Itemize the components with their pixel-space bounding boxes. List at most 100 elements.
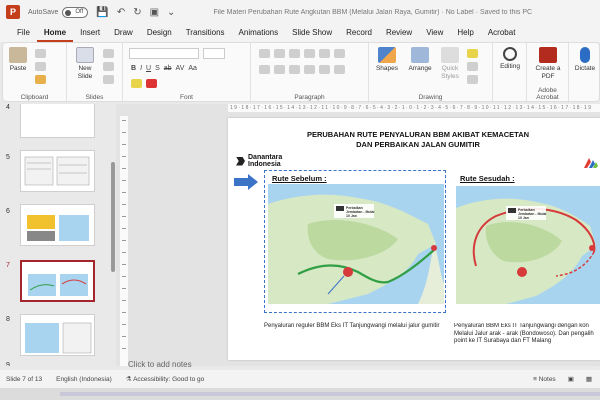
horizontal-ruler: 19·18·17·16·15·14·13·12·11·10·9·8·7·6·5·…	[228, 104, 600, 112]
undo-icon[interactable]: ↶	[117, 7, 125, 18]
copy-icon[interactable]	[35, 62, 46, 71]
quick-styles-icon	[441, 47, 459, 63]
section-icon[interactable]	[103, 75, 114, 84]
document-title: File Materi Perubahan Rute Angkutan BBM …	[213, 8, 533, 16]
normal-view-icon[interactable]: ▣	[568, 375, 574, 383]
new-slide-button[interactable]: New Slide	[73, 47, 97, 81]
slide-thumbnail-5[interactable]	[20, 150, 95, 192]
tab-insert[interactable]: Insert	[73, 24, 107, 42]
justify-icon[interactable]	[304, 65, 315, 74]
layout-icon[interactable]	[103, 49, 114, 58]
adobe-acrobat-group-label: Adobe Acrobat	[536, 87, 559, 101]
drawing-group-label: Drawing	[418, 94, 443, 101]
tab-view[interactable]: View	[419, 24, 450, 42]
slide-sorter-icon[interactable]: ▦	[586, 375, 592, 383]
tab-home[interactable]: Home	[36, 24, 74, 42]
dictate-button[interactable]: Dictate	[571, 47, 599, 73]
reset-icon[interactable]	[103, 62, 114, 71]
scrollbar-thumb[interactable]	[111, 162, 115, 272]
vertical-ruler	[120, 116, 128, 366]
create-pdf-button[interactable]: Create a PDF	[531, 47, 565, 81]
slide-title[interactable]: PERUBAHAN RUTE PENYALURAN BBM AKIBAT KEM…	[268, 130, 568, 150]
clipboard-icon	[9, 47, 27, 63]
slides-group-label: Slides	[85, 94, 104, 101]
pertamina-logo-icon	[584, 158, 598, 168]
slide-thumbnail-7[interactable]	[20, 260, 95, 302]
font-color-icon[interactable]	[146, 79, 157, 88]
font-name-select[interactable]	[129, 48, 199, 59]
tab-transitions[interactable]: Transitions	[179, 24, 232, 42]
align-center-icon[interactable]	[274, 65, 285, 74]
route-before-label: Rute Sebelum :	[272, 174, 327, 183]
format-painter-icon[interactable]	[35, 75, 46, 84]
paragraph-group: Paragraph	[251, 43, 369, 103]
tab-design[interactable]: Design	[140, 24, 179, 42]
slide-editing-area: 19·18·17·16·15·14·13·12·11·10·9·8·7·6·5·…	[116, 104, 600, 366]
tab-slide-show[interactable]: Slide Show	[285, 24, 339, 42]
ribbon-tabs: File Home Insert Draw Design Transitions…	[0, 24, 600, 42]
highlight-color-icon[interactable]	[131, 79, 142, 88]
slides-group: New Slide Slides	[67, 43, 123, 103]
tab-acrobat[interactable]: Acrobat	[481, 24, 523, 42]
autosave-toggle[interactable]: Off	[62, 6, 89, 18]
text-direction-icon[interactable]	[319, 65, 330, 74]
powerpoint-logo-icon: P	[6, 5, 20, 19]
thumb-number: 5	[6, 154, 10, 161]
slide-thumbnail-4[interactable]	[20, 104, 95, 138]
tab-help[interactable]: Help	[450, 24, 480, 42]
underline-icon[interactable]: U	[146, 65, 151, 72]
tab-animations[interactable]: Animations	[232, 24, 286, 42]
accessibility-status[interactable]: ⚗ Accessibility: Good to go	[126, 375, 204, 383]
customize-toolbar-icon[interactable]: ⌄	[167, 7, 175, 18]
new-slide-icon	[76, 47, 94, 63]
notes-placeholder[interactable]: Click to add notes	[128, 360, 192, 369]
char-spacing-icon[interactable]: AV	[176, 65, 185, 72]
arrange-button[interactable]: Arrange	[405, 47, 435, 73]
line-spacing-icon[interactable]	[319, 49, 330, 58]
current-slide[interactable]: PERUBAHAN RUTE PENYALURAN BBM AKIBAT KEM…	[228, 118, 600, 360]
shape-fill-icon[interactable]	[467, 49, 478, 58]
change-case-icon[interactable]: Aa	[188, 65, 197, 72]
notes-icon: ≡	[533, 375, 537, 383]
italic-icon[interactable]: I	[140, 65, 142, 72]
tab-draw[interactable]: Draw	[107, 24, 140, 42]
shapes-button[interactable]: Shapes	[373, 47, 401, 73]
font-group-label: Font	[179, 94, 193, 101]
editing-button[interactable]: Editing	[497, 47, 523, 71]
cut-icon[interactable]	[35, 49, 46, 58]
shape-outline-icon[interactable]	[467, 62, 478, 71]
redo-icon[interactable]: ↻	[133, 7, 141, 18]
bold-icon[interactable]: B	[131, 65, 136, 72]
shape-effects-icon[interactable]	[467, 75, 478, 84]
tab-file[interactable]: File	[10, 24, 37, 42]
align-left-icon[interactable]	[259, 65, 270, 74]
notes-button[interactable]: ≡ Notes	[533, 376, 556, 383]
smartart-icon[interactable]	[334, 65, 345, 74]
shadow-icon[interactable]: S	[155, 65, 160, 72]
bullets-icon[interactable]	[259, 49, 270, 58]
columns-icon[interactable]	[334, 49, 345, 58]
font-group: B I U S ab AV Aa Font	[123, 43, 251, 103]
tab-review[interactable]: Review	[379, 24, 419, 42]
strikethrough-icon[interactable]: ab	[164, 65, 172, 72]
slide-thumbnail-8[interactable]	[20, 314, 95, 356]
present-icon[interactable]: ▣	[150, 7, 159, 18]
thumb-number: 4	[6, 104, 10, 111]
save-icon[interactable]: 💾	[96, 7, 108, 18]
thumbnail-preview	[27, 215, 89, 241]
tab-record[interactable]: Record	[339, 24, 379, 42]
accessibility-icon: ⚗	[125, 376, 132, 383]
slide-thumbnail-6[interactable]	[20, 204, 95, 246]
autosave-control[interactable]: AutoSave Off	[28, 6, 89, 18]
route-after-caption: Penyaluran BBM Eks IT Tanjungwangi denga…	[454, 323, 594, 344]
font-size-select[interactable]	[203, 48, 225, 59]
numbering-icon[interactable]	[274, 49, 285, 58]
increase-indent-icon[interactable]	[304, 49, 315, 58]
paste-button[interactable]: Paste	[9, 47, 27, 73]
taskbar-strip	[0, 388, 600, 400]
align-right-icon[interactable]	[289, 65, 300, 74]
language-indicator[interactable]: English (Indonesia)	[56, 376, 112, 383]
quick-styles-button[interactable]: Quick Styles	[437, 47, 463, 81]
autosave-label: AutoSave	[28, 8, 59, 16]
decrease-indent-icon[interactable]	[289, 49, 300, 58]
